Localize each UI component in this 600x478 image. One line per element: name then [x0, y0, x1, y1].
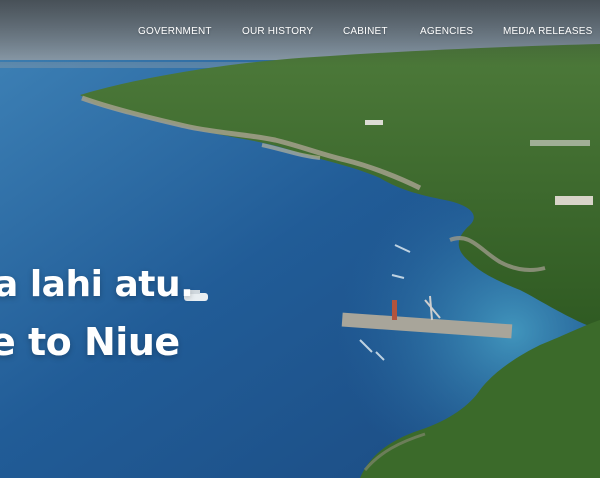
nav-item-agencies[interactable]: AGENCIES [420, 25, 473, 39]
niue-coastline-aerial-photo [0, 0, 600, 478]
nav-item-cabinet[interactable]: CABINET [343, 25, 388, 39]
nav-item-our-history[interactable]: OUR HISTORY [242, 25, 313, 39]
nav-item-media-releases[interactable]: MEDIA RELEASES [503, 25, 593, 39]
main-navigation: GOVERNMENT OUR HISTORY CABINET AGENCIES … [0, 25, 600, 39]
hero-headline-line-2: e to Niue [0, 320, 180, 364]
hero-headline-line-1: a lahi atu. [0, 264, 194, 305]
hero-banner: GOVERNMENT OUR HISTORY CABINET AGENCIES … [0, 0, 600, 478]
nav-item-government[interactable]: GOVERNMENT [138, 25, 212, 39]
